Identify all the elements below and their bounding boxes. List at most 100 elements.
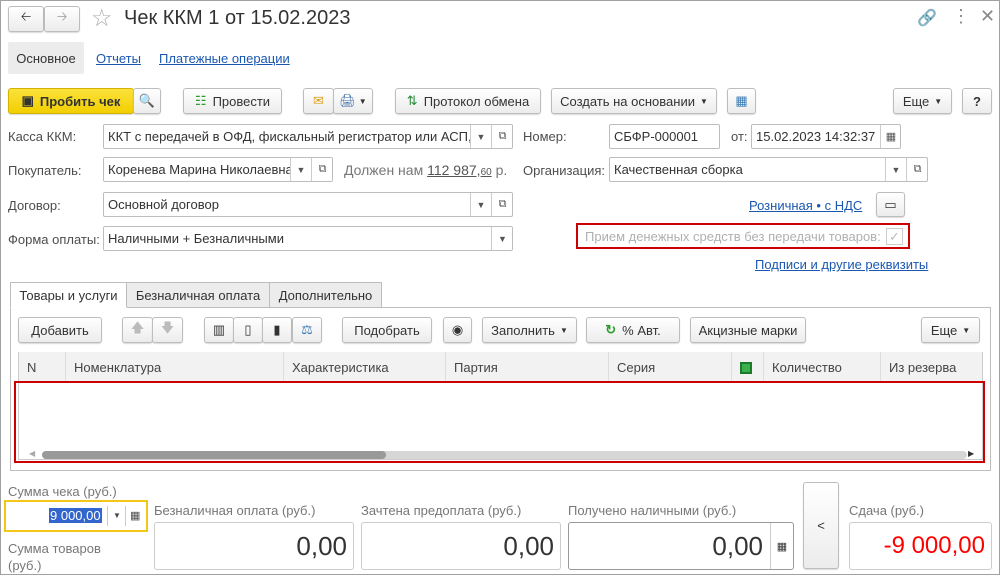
scroll-right-icon[interactable]: ▶ <box>968 449 974 458</box>
cash-received-field[interactable]: 0,00 ▦ <box>568 522 794 570</box>
table-more-button[interactable]: Еще ▼ <box>921 317 980 343</box>
data-collection-terminal-button[interactable]: ▯ <box>233 317 263 343</box>
preview-button[interactable]: 🔍 <box>133 88 161 114</box>
advance-checkbox-label: Прием денежных средств без передачи това… <box>585 229 881 244</box>
payment-form-field[interactable]: Наличными + Безналичными ▼ <box>103 226 513 251</box>
number-field[interactable]: СБФР-000001 <box>609 124 720 149</box>
open-icon[interactable]: ⧉ <box>491 193 512 216</box>
date-label: от: <box>731 129 748 144</box>
arrow-down-icon: 🡇 <box>160 320 175 335</box>
view-button[interactable]: ◉ <box>443 317 472 343</box>
calculator-icon[interactable]: ▦ <box>770 523 793 569</box>
price-type-link[interactable]: Розничная • с НДС <box>749 198 862 213</box>
number-label: Номер: <box>523 129 567 144</box>
chevron-down-icon[interactable]: ▼ <box>107 506 121 526</box>
help-button[interactable]: ? <box>962 88 992 114</box>
open-icon[interactable]: ⧉ <box>491 125 512 148</box>
tab-additional[interactable]: Дополнительно <box>269 282 382 308</box>
close-icon[interactable]: ✕ <box>980 6 995 27</box>
arrow-up-icon: 🡅 <box>130 320 145 335</box>
open-icon[interactable]: ⧉ <box>906 158 927 181</box>
calculator-icon[interactable]: ▦ <box>125 506 140 526</box>
chevron-down-icon[interactable]: ▼ <box>290 158 311 181</box>
transfer-button[interactable]: < <box>803 482 839 569</box>
card-icon: ▭ <box>884 196 897 212</box>
fill-button[interactable]: Заполнить ▼ <box>482 317 577 343</box>
calendar-icon[interactable]: ▦ <box>880 125 900 148</box>
structure-icon: ▦ <box>735 93 748 108</box>
change-label: Сдача (руб.) <box>849 503 924 518</box>
column-header-marking[interactable] <box>732 352 764 383</box>
tab-cashless[interactable]: Безналичная оплата <box>126 282 270 308</box>
pick-button[interactable]: Подобрать <box>342 317 432 343</box>
email-button[interactable]: ✉ <box>303 88 334 114</box>
back-button[interactable]: 🡠 <box>8 6 44 32</box>
cash-register-field[interactable]: ККТ с передачей в ОФД, фискальный регист… <box>103 124 513 149</box>
scroll-left-icon[interactable]: ◀ <box>29 449 35 458</box>
exchange-log-button[interactable]: ⇅ Протокол обмена <box>395 88 541 114</box>
move-down-button[interactable]: 🡇 <box>152 317 183 343</box>
barcode-icon: ▥ <box>212 322 226 337</box>
nav-tab-payments[interactable]: Платежные операции <box>159 51 290 66</box>
column-header-series[interactable]: Серия <box>609 352 732 383</box>
arrow-left-icon: 🡠 <box>20 9 32 24</box>
payment-form-label: Форма оплаты: <box>8 232 100 247</box>
advance-checkbox[interactable]: ✓ <box>886 228 903 245</box>
receipt-sum-label: Сумма чека (руб.) <box>8 484 117 499</box>
terminal-upload-button[interactable]: ▮ <box>262 317 292 343</box>
barcode-search-button[interactable]: ▥ <box>204 317 234 343</box>
terminal-icon: ▮ <box>273 322 281 337</box>
chevron-down-icon[interactable]: ▼ <box>470 125 491 148</box>
scales-button[interactable]: ⚖ <box>292 317 322 343</box>
column-header-batch[interactable]: Партия <box>446 352 609 383</box>
link-icon[interactable]: 🔗 <box>917 8 937 28</box>
buyer-field[interactable]: Коренева Марина Николаевна ▼ ⧉ <box>103 157 333 182</box>
excise-stamps-button[interactable]: Акцизные марки <box>690 317 806 343</box>
column-header-from-reserve[interactable]: Из резерва <box>881 352 982 383</box>
refresh-icon: ↻ <box>605 322 617 337</box>
payment-card-button[interactable]: ▭ <box>876 192 905 217</box>
nav-tab-reports[interactable]: Отчеты <box>96 51 141 66</box>
scales-icon: ⚖ <box>301 322 313 337</box>
move-up-button[interactable]: 🡅 <box>122 317 153 343</box>
window-title: Чек ККМ 1 от 15.02.2023 <box>124 7 351 29</box>
envelope-icon: ✉ <box>313 93 324 108</box>
column-header-characteristic[interactable]: Характеристика <box>284 352 446 383</box>
debt-amount-link[interactable]: 112 987,60 <box>427 162 492 178</box>
cashless-label: Безналичная оплата (руб.) <box>154 503 316 518</box>
cashless-value: 0,00 <box>154 522 354 570</box>
create-based-on-button[interactable]: Создать на основании ▼ <box>551 88 717 114</box>
favorite-star-icon[interactable]: ☆ <box>91 4 113 33</box>
scrollbar-thumb[interactable] <box>42 451 386 459</box>
print-receipt-button[interactable]: ▣ Пробить чек <box>8 88 134 114</box>
arrow-right-icon: 🡢 <box>56 9 68 24</box>
contract-field[interactable]: Основной договор ▼ ⧉ <box>103 192 513 217</box>
chevron-down-icon[interactable]: ▼ <box>491 227 512 250</box>
post-button[interactable]: ☷ Провести <box>183 88 282 114</box>
date-field[interactable]: 15.02.2023 14:32:37 ▦ <box>751 124 901 149</box>
chevron-down-icon[interactable]: ▼ <box>885 158 906 181</box>
receipt-sum-field[interactable]: 9 000,00 ▼ ▦ <box>4 500 148 532</box>
column-header-quantity[interactable]: Количество <box>764 352 881 383</box>
signatures-link[interactable]: Подписи и другие реквизиты <box>755 257 928 272</box>
barcode-mark-icon <box>740 361 752 374</box>
print-button[interactable]: 🖨 ▼ <box>333 88 373 114</box>
structure-button[interactable]: ▦ <box>727 88 756 114</box>
column-header-nomenclature[interactable]: Номенклатура <box>66 352 284 383</box>
printer-icon: 🖨 <box>339 93 356 108</box>
column-header-n[interactable]: N <box>19 352 66 383</box>
cash-register-icon: ▣ <box>21 93 34 108</box>
add-button[interactable]: Добавить <box>18 317 102 343</box>
more-button[interactable]: Еще ▼ <box>893 88 952 114</box>
forward-button[interactable]: 🡢 <box>44 6 80 32</box>
tab-goods[interactable]: Товары и услуги <box>10 282 127 308</box>
change-value: -9 000,00 <box>849 522 992 570</box>
post-document-icon: ☷ <box>194 93 207 108</box>
buyer-label: Покупатель: <box>8 163 82 178</box>
auto-discount-button[interactable]: ↻% Авт. <box>586 317 680 343</box>
chevron-down-icon[interactable]: ▼ <box>470 193 491 216</box>
organization-field[interactable]: Качественная сборка ▼ ⧉ <box>609 157 928 182</box>
more-vertical-icon[interactable]: ⋮ <box>952 6 970 27</box>
nav-tab-main[interactable]: Основное <box>8 42 84 74</box>
open-icon[interactable]: ⧉ <box>311 158 332 181</box>
